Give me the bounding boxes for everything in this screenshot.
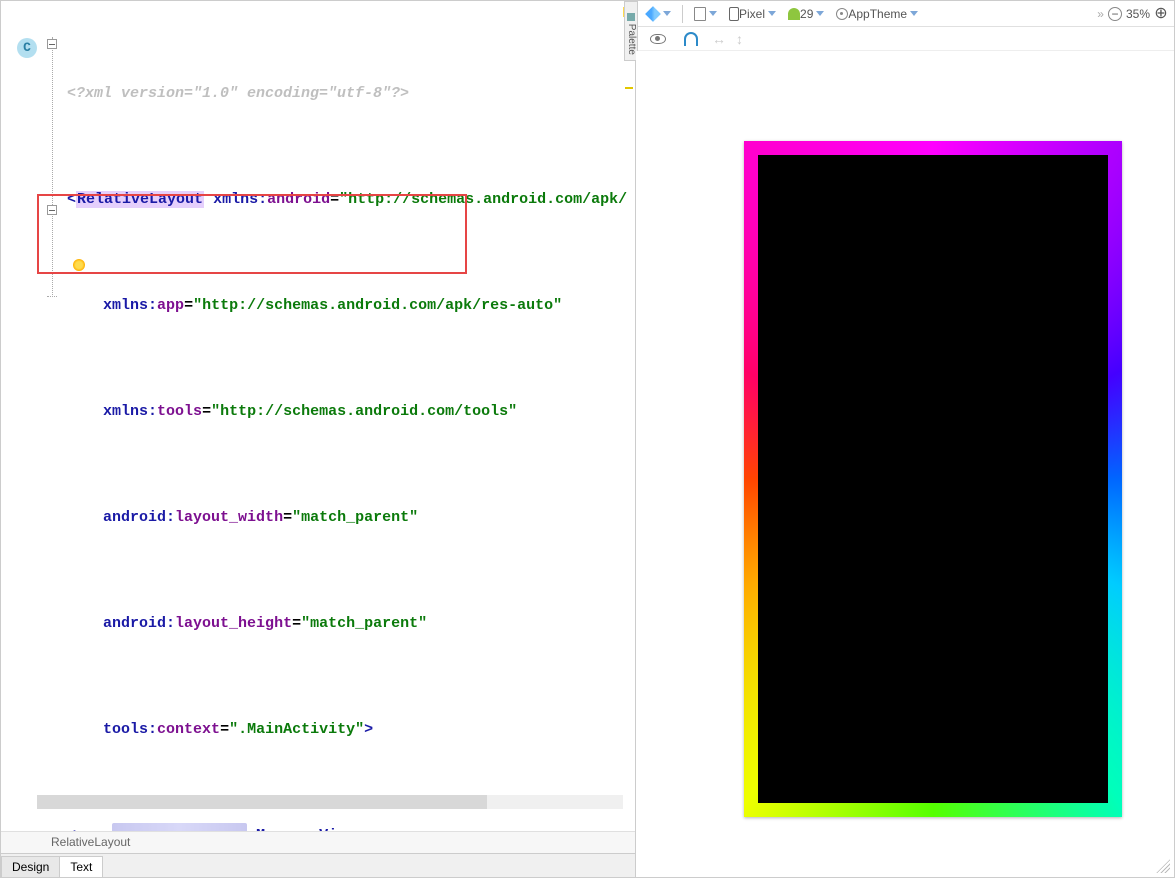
api-selector-button[interactable]: 29 — [784, 4, 828, 24]
breadcrumb-bar[interactable]: RelativeLayout — [1, 831, 635, 853]
resize-grip-icon[interactable] — [1156, 859, 1170, 873]
warning-marker[interactable] — [625, 87, 633, 89]
zoom-out-button[interactable]: − — [1108, 7, 1122, 21]
redacted-package: xxxxxxxxxxxxxxx — [112, 823, 247, 832]
chevron-down-icon — [663, 11, 671, 16]
horizontal-scrollbar[interactable] — [37, 795, 623, 809]
theme-selector-button[interactable]: AppTheme — [832, 4, 922, 24]
design-surface-button[interactable] — [642, 4, 675, 24]
code-line[interactable]: <com.xxxxxxxxxxxxxxx.MarqueeView — [63, 823, 635, 832]
preview-canvas[interactable] — [636, 51, 1174, 877]
code-line[interactable]: <?xml version="1.0" encoding="utf-8"?> — [63, 81, 635, 108]
device-selector-button[interactable]: Pixel — [725, 4, 780, 24]
magnet-icon — [684, 32, 698, 46]
editor-tab-bar: Design Text — [1, 853, 635, 877]
fold-toggle[interactable] — [47, 197, 57, 226]
overflow-chevron-icon[interactable]: » — [1097, 7, 1104, 21]
preview-toolbar-secondary: ↔ ↕ — [636, 27, 1174, 51]
code-line[interactable]: android:layout_width="match_parent" — [63, 505, 635, 532]
tab-design[interactable]: Design — [1, 856, 60, 877]
fold-column[interactable] — [45, 1, 61, 831]
zoom-label: 35% — [1126, 7, 1150, 21]
android-icon — [788, 8, 800, 20]
orientation-icon — [694, 7, 706, 21]
breadcrumb-item[interactable]: RelativeLayout — [51, 835, 130, 849]
api-label: 29 — [800, 7, 813, 21]
pan-left-icon: ↔ — [712, 31, 726, 47]
eye-icon — [650, 34, 666, 44]
line-number-gutter[interactable]: C — [1, 1, 43, 831]
chevron-down-icon — [816, 11, 824, 16]
error-stripe[interactable] — [621, 3, 633, 831]
code-line[interactable]: xmlns:tools="http://schemas.android.com/… — [63, 399, 635, 426]
fold-toggle[interactable] — [47, 31, 57, 60]
pan-up-icon: ↕ — [736, 31, 743, 47]
preview-panel: Pixel 29 AppTheme » − 35% ⊕ ↔ ↕ — [636, 1, 1174, 877]
scrollbar-thumb[interactable] — [37, 795, 487, 809]
code-line[interactable]: <RelativeLayout xmlns:android="http://sc… — [63, 187, 635, 214]
zoom-in-button[interactable]: ⊕ — [1154, 7, 1168, 21]
code-content[interactable]: <?xml version="1.0" encoding="utf-8"?> <… — [63, 1, 635, 831]
code-line[interactable]: xmlns:app="http://schemas.android.com/ap… — [63, 293, 635, 320]
magnet-button[interactable] — [680, 29, 702, 49]
code-area[interactable]: C <?xml version="1.0" encoding="utf-8"?>… — [1, 1, 635, 831]
device-label: Pixel — [739, 7, 765, 21]
device-icon — [729, 7, 739, 21]
class-icon: C — [17, 38, 37, 58]
view-options-button[interactable] — [646, 29, 670, 49]
layers-icon — [645, 6, 661, 22]
chevron-down-icon — [709, 11, 717, 16]
fold-guide-line — [52, 37, 53, 295]
code-line[interactable]: android:layout_height="match_parent" — [63, 611, 635, 638]
chevron-down-icon — [768, 11, 776, 16]
theme-label: AppTheme — [848, 7, 907, 21]
tab-text[interactable]: Text — [59, 856, 103, 877]
marquee-view-preview — [758, 155, 1108, 803]
code-line[interactable]: tools:context=".MainActivity"> — [63, 717, 635, 744]
toolbar-separator — [682, 5, 683, 23]
device-preview-frame[interactable] — [744, 141, 1122, 817]
chevron-down-icon — [910, 11, 918, 16]
fold-end-marker — [47, 281, 57, 308]
preview-toolbar: Pixel 29 AppTheme » − 35% ⊕ — [636, 1, 1174, 27]
orientation-button[interactable] — [690, 4, 721, 24]
code-editor-panel: C <?xml version="1.0" encoding="utf-8"?>… — [1, 1, 636, 877]
theme-icon — [836, 8, 848, 20]
